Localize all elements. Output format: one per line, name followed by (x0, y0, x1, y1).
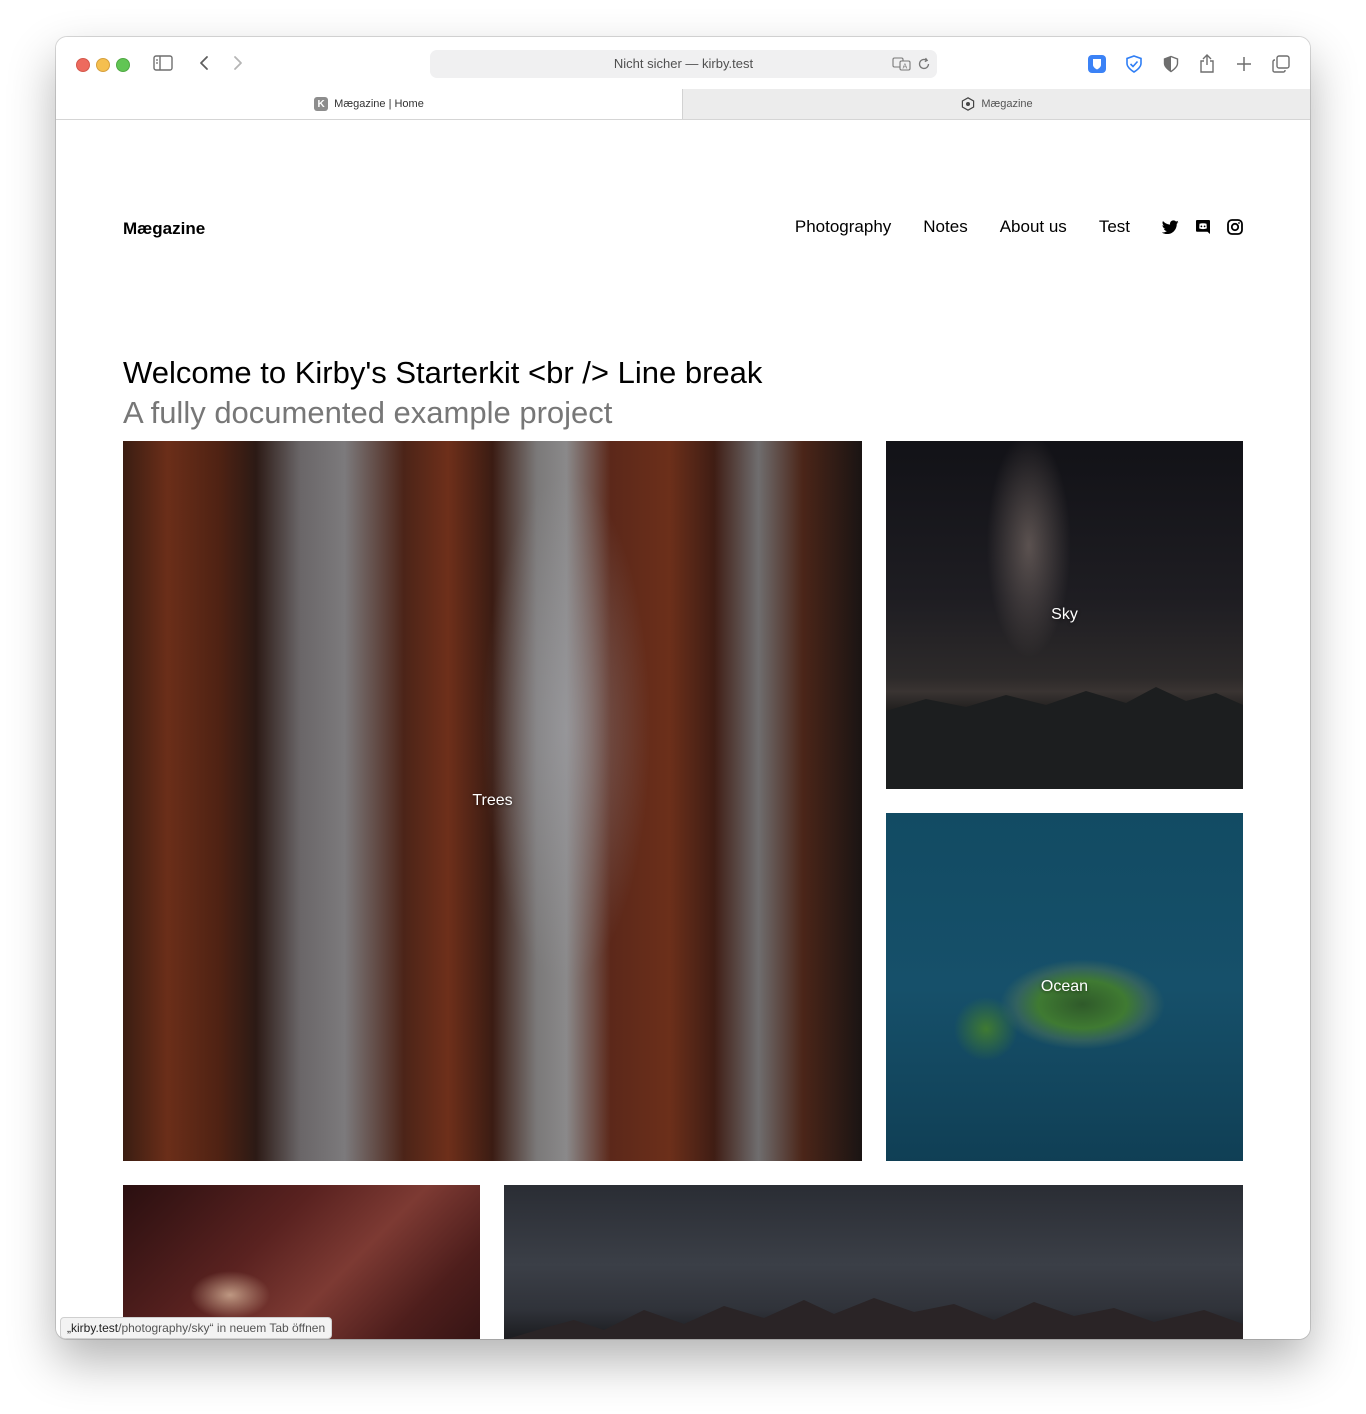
mountain-range-icon (507, 1298, 1243, 1339)
discord-icon[interactable] (1195, 219, 1211, 235)
forward-icon[interactable] (229, 54, 247, 72)
bitwarden-extension-icon[interactable] (1086, 53, 1108, 75)
twitter-icon[interactable] (1162, 219, 1179, 235)
photo-card-trees[interactable]: Trees (123, 441, 862, 1161)
tab-overview-icon[interactable] (1270, 53, 1292, 75)
tab-home[interactable]: K Mægazine | Home (56, 89, 682, 119)
minimize-window-button[interactable] (96, 58, 110, 72)
nav-about-us[interactable]: About us (1000, 217, 1067, 237)
browser-window: Nicht sicher — kirby.test A K Mægazine |… (56, 37, 1310, 1339)
share-icon[interactable] (1196, 51, 1218, 75)
instagram-icon[interactable] (1227, 219, 1243, 235)
hexagon-favicon-icon (961, 97, 975, 111)
site-logo[interactable]: Mægazine (123, 219, 205, 239)
tab-panel-label: Mægazine (981, 98, 1033, 110)
photo-card-sky[interactable]: Sky (886, 441, 1243, 789)
social-links (1162, 219, 1243, 235)
svg-text:A: A (903, 63, 908, 71)
link-status-bar: „kirby.test/photography/sky“ in neuem Ta… (60, 1317, 333, 1339)
nav-test[interactable]: Test (1099, 217, 1130, 237)
tab-panel[interactable]: Mægazine (682, 89, 1310, 119)
back-icon[interactable] (195, 54, 213, 72)
status-host: „kirby.test (67, 1321, 119, 1335)
browser-toolbar: Nicht sicher — kirby.test A (56, 37, 1310, 89)
address-text: Nicht sicher — kirby.test (613, 56, 754, 71)
photo-card-ocean[interactable]: Ocean (886, 813, 1243, 1161)
photo-caption-ocean: Ocean (1040, 978, 1089, 995)
status-path: /photography/sky“ in neuem Tab öffnen (118, 1321, 326, 1335)
tab-home-label: Mægazine | Home (334, 98, 424, 110)
photo-caption-trees: Trees (472, 792, 513, 809)
nav-notes[interactable]: Notes (923, 217, 967, 237)
sidebar-toggle-icon[interactable] (152, 54, 174, 72)
kirby-favicon-icon: K (314, 97, 329, 111)
maximize-window-button[interactable] (116, 58, 130, 72)
photo-card-mountains[interactable] (504, 1185, 1243, 1339)
photo-card-canyon[interactable] (123, 1185, 480, 1339)
hero-title: Welcome to Kirby's Starterkit <br /> Lin… (123, 355, 763, 390)
address-bar[interactable]: Nicht sicher — kirby.test A (430, 50, 937, 78)
new-tab-plus-icon[interactable] (1233, 53, 1255, 75)
translate-icon[interactable]: A (892, 56, 912, 72)
photo-caption-sky: Sky (1051, 606, 1078, 623)
reload-icon[interactable] (916, 56, 932, 72)
close-window-button[interactable] (76, 58, 90, 72)
mountain-silhouette-icon (886, 687, 1243, 789)
hero-subtitle: A fully documented example project (123, 395, 613, 430)
nav-photography[interactable]: Photography (795, 217, 891, 237)
tab-bar: K Mægazine | Home Mægazine (56, 89, 1310, 120)
privacy-shield-icon[interactable] (1160, 53, 1182, 75)
shield-check-icon[interactable] (1123, 53, 1145, 75)
page-content: Mægazine Photography Notes About us Test… (56, 120, 1310, 1339)
main-nav: Photography Notes About us Test (795, 217, 1243, 237)
